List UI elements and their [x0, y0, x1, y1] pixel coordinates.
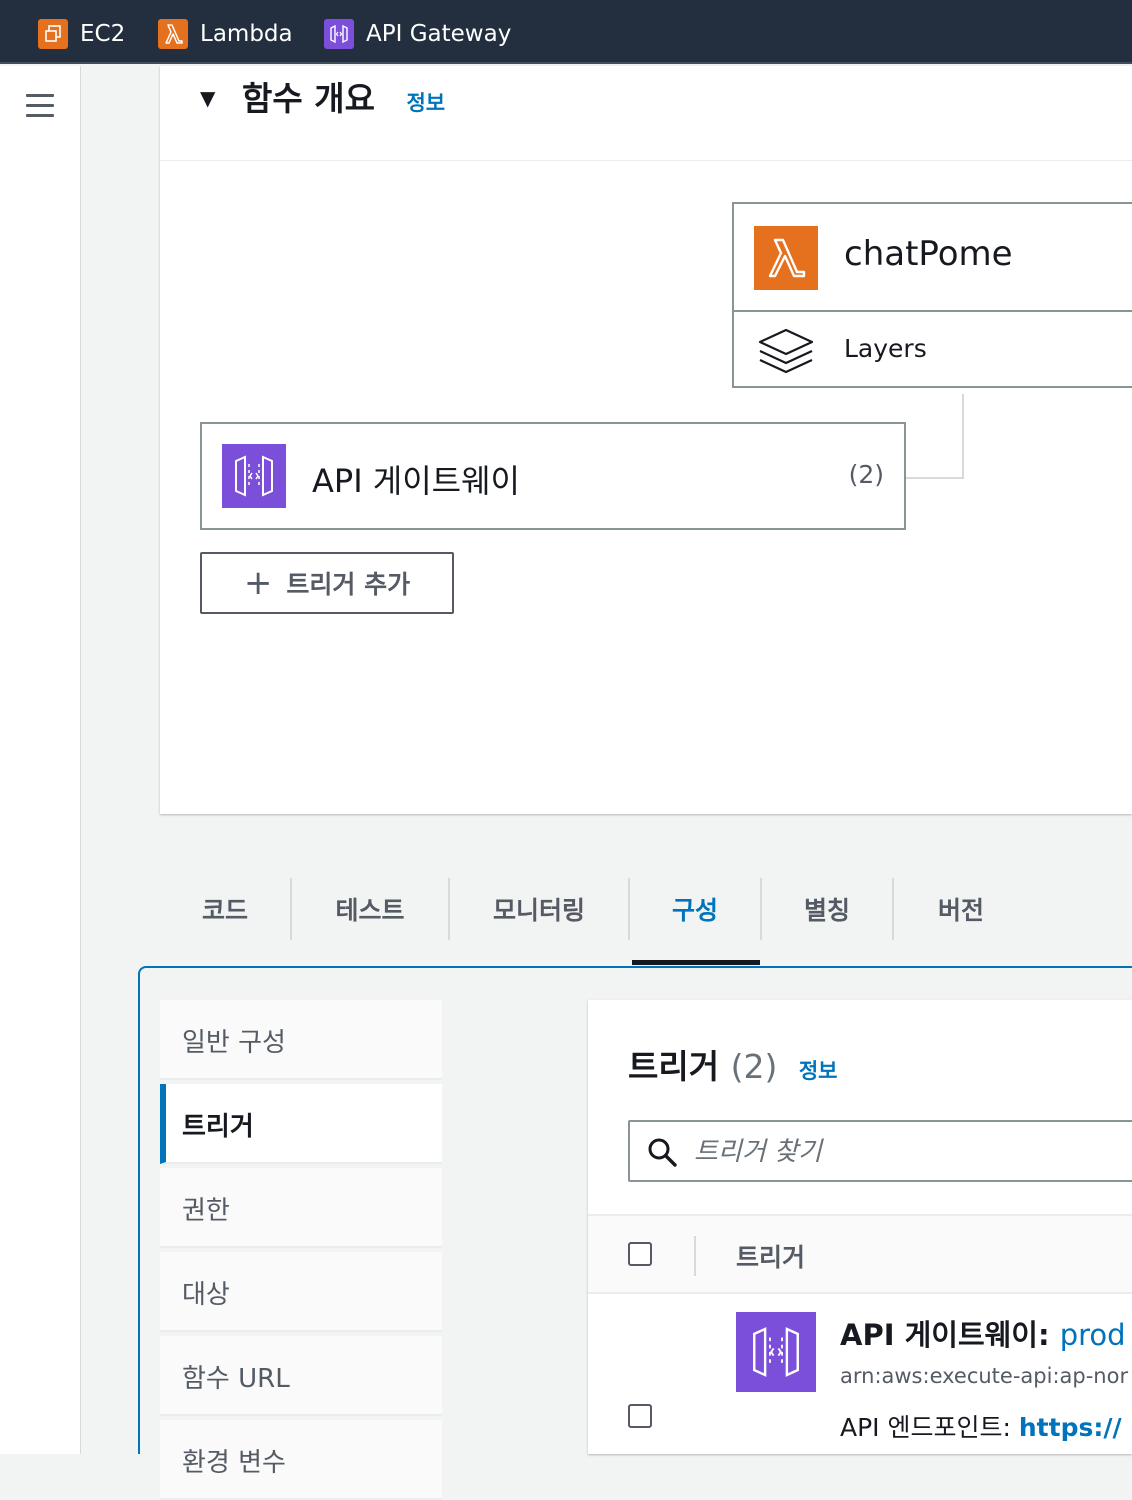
side-navigation	[0, 66, 81, 1454]
lambda-icon	[754, 226, 818, 290]
layers-icon	[756, 326, 816, 382]
tab-configuration[interactable]: 구성	[630, 878, 760, 940]
tab-monitoring[interactable]: 모니터링	[450, 878, 628, 940]
tab-aliases[interactable]: 별칭	[762, 878, 892, 940]
plus-icon: +	[243, 563, 273, 603]
trigger-row-endpoint: API 엔드포인트: https://	[840, 1408, 1122, 1444]
tab-test[interactable]: 테스트	[292, 878, 448, 940]
layers-node[interactable]: Layers	[734, 312, 1132, 388]
favorite-ec2[interactable]: EC2	[38, 18, 125, 50]
add-trigger-button[interactable]: + 트리거 추가	[200, 552, 454, 614]
tab-versions[interactable]: 버전	[894, 878, 1028, 940]
ec2-icon	[38, 19, 68, 49]
trigger-row-stage-link[interactable]: prod	[1060, 1318, 1126, 1352]
configuration-side-nav: 일반 구성 트리거 권한 대상 함수 URL 환경 변수	[160, 1000, 442, 1500]
trigger-column-header[interactable]: 트리거	[736, 1238, 805, 1274]
config-nav-destinations[interactable]: 대상	[160, 1252, 442, 1332]
endpoint-label: API 엔드포인트:	[840, 1413, 1011, 1442]
trigger-search-box[interactable]	[628, 1120, 1132, 1182]
function-tabs: 코드 테스트 모니터링 구성 별칭 버전	[160, 878, 1132, 966]
config-nav-general[interactable]: 일반 구성	[160, 1000, 442, 1080]
connector-line	[962, 394, 964, 479]
triggers-table-header: 트리거	[588, 1214, 1132, 1294]
api-gateway-icon	[736, 1312, 816, 1392]
favorite-api-gateway-label: API Gateway	[366, 21, 512, 47]
config-nav-function-url[interactable]: 함수 URL	[160, 1336, 442, 1416]
triggers-title-text: 트리거	[628, 1047, 720, 1086]
api-gateway-icon	[222, 444, 286, 508]
layers-label: Layers	[844, 334, 927, 363]
function-node-header: chatPome	[734, 204, 1132, 312]
select-all-checkbox[interactable]	[628, 1242, 652, 1266]
config-nav-triggers[interactable]: 트리거	[160, 1084, 442, 1164]
endpoint-url-link[interactable]: https://	[1019, 1413, 1122, 1442]
triggers-count: (2)	[730, 1047, 778, 1086]
trigger-search-input[interactable]	[692, 1132, 1116, 1172]
search-icon	[646, 1136, 678, 1172]
page-title: 함수 개요	[242, 79, 375, 118]
function-node[interactable]: chatPome Layers	[732, 202, 1132, 388]
collapse-caret-icon[interactable]: ▼	[200, 86, 215, 110]
function-overview-title: 함수 개요 정보	[242, 72, 445, 120]
function-overview-header: ▼ 함수 개요 정보	[160, 66, 1132, 161]
api-gateway-trigger-node[interactable]: API 게이트웨이 (2)	[200, 422, 906, 530]
favorite-lambda[interactable]: Lambda	[158, 18, 293, 50]
trigger-row-title: API 게이트웨이: prod	[840, 1312, 1126, 1354]
trigger-row-arn: arn:aws:execute-api:ap-nor	[840, 1364, 1129, 1388]
top-navigation-bar: EC2 Lambda API Gateway	[0, 0, 1132, 64]
column-separator	[694, 1236, 696, 1276]
add-trigger-label: 트리거 추가	[286, 570, 411, 599]
triggers-title: 트리거 (2) 정보	[628, 1040, 837, 1088]
info-link[interactable]: 정보	[406, 91, 445, 115]
trigger-row-name: API 게이트웨이	[840, 1318, 1038, 1352]
lambda-icon	[158, 19, 188, 49]
tab-code[interactable]: 코드	[160, 878, 290, 940]
trigger-count: (2)	[848, 460, 884, 489]
config-nav-permissions[interactable]: 권한	[160, 1168, 442, 1248]
trigger-row-separator: :	[1038, 1318, 1050, 1352]
menu-icon[interactable]	[26, 94, 54, 118]
config-nav-environment-variables[interactable]: 환경 변수	[160, 1420, 442, 1500]
function-name: chatPome	[844, 234, 1013, 274]
api-gateway-icon	[324, 19, 354, 49]
trigger-label: API 게이트웨이	[312, 462, 520, 500]
favorite-lambda-label: Lambda	[200, 21, 293, 47]
row-checkbox[interactable]	[628, 1404, 652, 1428]
function-overview-panel: ▼ 함수 개요 정보 chatPome Layers API 게이트웨이 (2)…	[160, 66, 1132, 814]
triggers-card: 트리거 (2) 정보 트리거 API 게이트웨이: prod arn:aws:e…	[588, 1000, 1132, 1454]
active-tab-indicator	[632, 960, 760, 965]
connector-line	[906, 477, 964, 479]
favorite-api-gateway[interactable]: API Gateway	[324, 18, 511, 50]
favorite-ec2-label: EC2	[80, 21, 126, 47]
triggers-info-link[interactable]: 정보	[799, 1059, 838, 1083]
